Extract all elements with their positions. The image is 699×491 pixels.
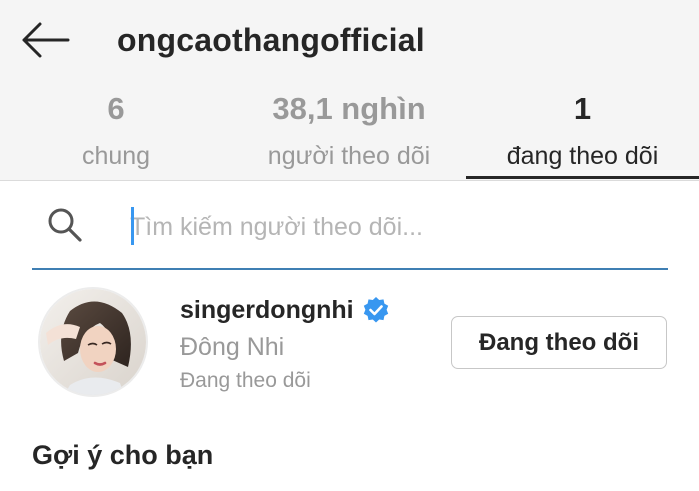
avatar-photo: [40, 289, 146, 395]
tab-count: 38,1 nghìn: [272, 91, 426, 126]
text-caret: [131, 207, 134, 245]
suggestions-heading: Gợi ý cho bạn: [32, 440, 214, 470]
following-button[interactable]: Đang theo dõi: [451, 316, 667, 369]
tab-count: 1: [573, 91, 592, 126]
user-handle-link[interactable]: singerdongnhi: [180, 292, 390, 328]
follow-status-text: Đang theo dõi: [180, 369, 311, 392]
tab-label: chung: [81, 142, 151, 170]
avatar[interactable]: [38, 287, 148, 397]
user-full-name: Đông Nhi: [180, 333, 285, 361]
profile-header: ongcaothangofficial 6 chung 38,1 nghìn n…: [0, 0, 699, 181]
tab-label: đang theo dõi: [506, 142, 659, 170]
tab-mutual[interactable]: 6 chung: [40, 88, 192, 181]
tab-followers[interactable]: 38,1 nghìn người theo dõi: [232, 88, 466, 181]
tab-count: 6: [107, 91, 125, 126]
tab-label: người theo dõi: [267, 142, 431, 170]
back-arrow-icon[interactable]: [18, 20, 72, 60]
user-handle: singerdongnhi: [180, 296, 354, 324]
page-title: ongcaothangofficial: [117, 22, 425, 58]
followers-page: ongcaothangofficial 6 chung 38,1 nghìn n…: [0, 0, 699, 491]
tab-following[interactable]: 1 đang theo dõi: [466, 88, 699, 181]
search-underline: [32, 268, 668, 270]
search-icon: [48, 208, 82, 242]
verified-badge-icon: [363, 297, 388, 323]
active-tab-indicator: [466, 176, 699, 179]
search-input[interactable]: [130, 204, 650, 250]
